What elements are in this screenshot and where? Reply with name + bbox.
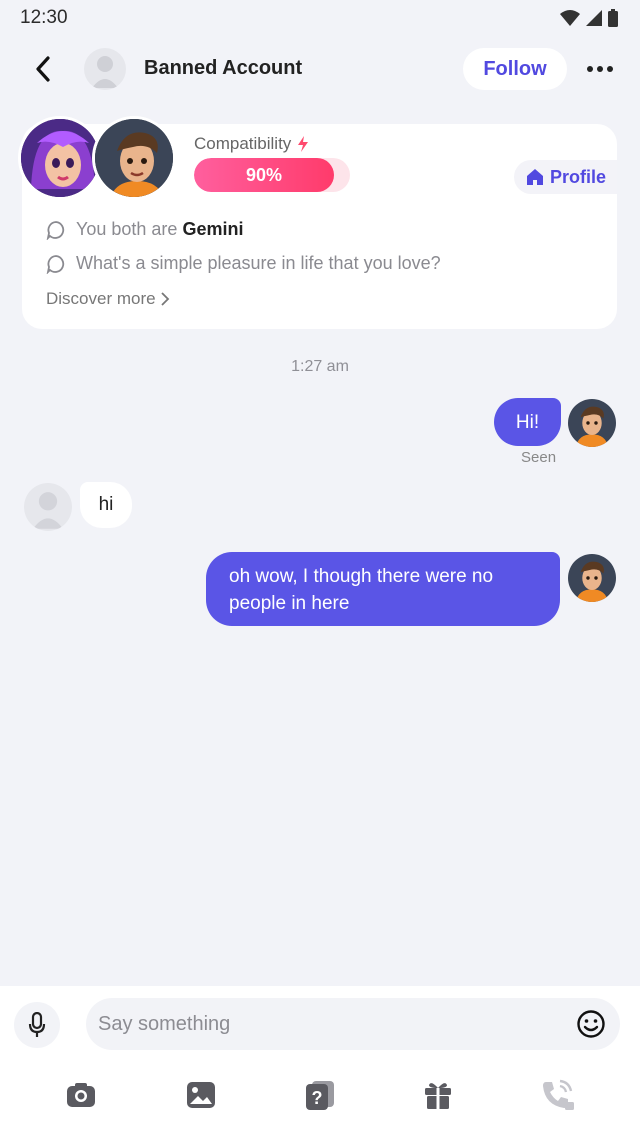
avatar-illustration bbox=[95, 119, 173, 197]
gallery-button[interactable] bbox=[178, 1072, 224, 1118]
compatibility-label: Compatibility bbox=[194, 134, 309, 154]
question-card-button[interactable]: ? bbox=[297, 1072, 343, 1118]
chevron-right-icon bbox=[160, 292, 169, 306]
status-icons bbox=[560, 9, 618, 27]
back-button[interactable] bbox=[28, 54, 58, 84]
attachment-toolbar: ? bbox=[0, 1072, 640, 1118]
discover-more-link[interactable]: Discover more bbox=[46, 289, 170, 309]
call-button[interactable] bbox=[535, 1072, 581, 1118]
message-timestamp: 1:27 am bbox=[291, 358, 349, 375]
smiley-icon bbox=[577, 1010, 605, 1038]
topic-text: What's a simple pleasure in life that yo… bbox=[76, 253, 441, 273]
gift-icon bbox=[425, 1083, 451, 1109]
avatar-illustration bbox=[21, 119, 99, 197]
dot bbox=[587, 66, 593, 72]
profile-button[interactable]: Profile bbox=[514, 160, 617, 194]
status-time: 12:30 bbox=[20, 7, 68, 28]
compatibility-label-text: Compatibility bbox=[194, 134, 292, 153]
chevron-left-icon bbox=[36, 56, 50, 82]
user-avatar-female[interactable] bbox=[18, 116, 102, 200]
more-options-button[interactable] bbox=[580, 56, 620, 82]
chat-header: Banned Account Follow bbox=[0, 44, 640, 94]
user-avatar-male[interactable] bbox=[92, 116, 176, 200]
default-avatar-icon bbox=[92, 56, 118, 88]
match-card: Compatibility 90% Profile You both are G… bbox=[18, 116, 617, 329]
topic-prefix: You both are bbox=[76, 219, 183, 239]
dot bbox=[597, 66, 603, 72]
emoji-button[interactable] bbox=[574, 1007, 608, 1041]
default-avatar-icon bbox=[33, 492, 63, 529]
topic-suggestion[interactable]: You both are Gemini bbox=[46, 219, 243, 240]
my-avatar[interactable] bbox=[568, 399, 616, 447]
compatibility-bar: 90% bbox=[194, 158, 350, 192]
message-bubble-outgoing[interactable]: Hi! bbox=[494, 398, 561, 446]
avatar-illustration bbox=[568, 554, 616, 602]
follow-button[interactable]: Follow bbox=[463, 48, 567, 90]
message-bubble-outgoing[interactable]: oh wow, I though there were no people in… bbox=[206, 552, 560, 626]
chat-bubble-icon bbox=[46, 254, 65, 274]
home-icon bbox=[527, 169, 543, 185]
contact-avatar[interactable] bbox=[84, 48, 126, 90]
gift-button[interactable] bbox=[415, 1072, 461, 1118]
discover-more-label: Discover more bbox=[46, 289, 156, 308]
seen-status: Seen bbox=[521, 449, 557, 466]
pair-avatars bbox=[18, 116, 178, 206]
message-input-box bbox=[86, 998, 620, 1050]
wifi-icon bbox=[560, 10, 580, 26]
camera-button[interactable] bbox=[58, 1072, 104, 1118]
compatibility-value: 90% bbox=[245, 164, 283, 185]
message-input[interactable] bbox=[98, 998, 558, 1050]
dot bbox=[607, 66, 613, 72]
phone-call-icon bbox=[543, 1079, 574, 1110]
composer: ? bbox=[0, 986, 640, 1138]
status-bar: 12:30 bbox=[0, 0, 640, 36]
message-bubble-incoming[interactable]: hi bbox=[80, 482, 132, 528]
battery-icon bbox=[608, 9, 618, 27]
chat-bubble-icon bbox=[46, 220, 65, 240]
question-card-icon: ? bbox=[306, 1081, 334, 1110]
topic-highlight: Gemini bbox=[182, 219, 244, 239]
profile-button-label: Profile bbox=[550, 166, 607, 187]
voice-message-button[interactable] bbox=[14, 1002, 60, 1048]
contact-avatar-small[interactable] bbox=[24, 483, 72, 531]
microphone-icon bbox=[28, 1012, 46, 1037]
camera-icon bbox=[67, 1083, 95, 1107]
topic-text: You both are Gemini bbox=[76, 219, 243, 240]
avatar-illustration bbox=[568, 399, 616, 447]
image-icon bbox=[187, 1082, 215, 1108]
signal-icon bbox=[586, 10, 602, 26]
contact-name[interactable]: Banned Account bbox=[144, 57, 302, 80]
my-avatar[interactable] bbox=[568, 554, 616, 602]
svg-text:?: ? bbox=[312, 1088, 323, 1108]
spark-icon bbox=[298, 136, 309, 152]
topic-suggestion[interactable]: What's a simple pleasure in life that yo… bbox=[46, 253, 441, 274]
